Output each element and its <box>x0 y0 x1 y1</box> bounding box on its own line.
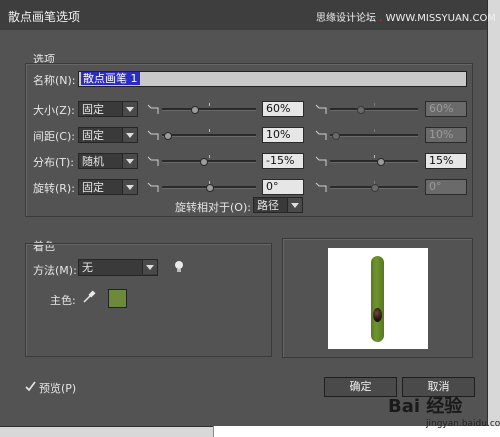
slider-track <box>330 134 418 137</box>
max-value-field[interactable]: 10% <box>425 127 467 143</box>
rotation-relative-select[interactable]: 路径 <box>253 197 303 213</box>
row-method-value: 固定 <box>82 181 104 194</box>
slider-track <box>162 160 256 163</box>
pen-pressure-icon <box>147 104 159 114</box>
baidu-watermark-brand: Bai 经验 <box>388 396 463 417</box>
chevron-down-icon <box>122 128 137 142</box>
tip-lightbulb-icon[interactable] <box>174 260 184 274</box>
site-watermark-url: WWW.MISSYUAN.COM <box>385 13 496 24</box>
pen-pressure-icon <box>315 104 327 114</box>
eyedropper-icon[interactable] <box>82 290 96 304</box>
min-value-slider[interactable] <box>162 103 256 115</box>
max-value-field[interactable]: 15% <box>425 153 467 169</box>
row-label: 间距(C): <box>33 130 75 143</box>
preview-checkbox[interactable] <box>25 381 36 392</box>
chevron-down-icon <box>122 102 137 116</box>
min-value-field[interactable]: 60% <box>262 101 304 117</box>
pen-pressure-icon <box>147 156 159 166</box>
baidu-watermark: Bai 经验 jingyan.baidu.com <box>388 392 500 437</box>
preview-label: 预览(P) <box>39 382 77 395</box>
row-method-select[interactable]: 固定 <box>78 179 138 195</box>
max-value-field[interactable]: 60% <box>425 101 467 117</box>
name-label: 名称(N): <box>33 74 76 87</box>
slider-thumb[interactable] <box>332 132 340 140</box>
row-label: 大小(Z): <box>33 104 75 117</box>
slider-center-tick <box>374 129 375 132</box>
slider-center-tick <box>209 155 210 158</box>
max-value-field[interactable]: 0° <box>425 179 467 195</box>
site-watermark-name: 思缘设计论坛 <box>316 13 376 24</box>
slider-thumb[interactable] <box>206 184 214 192</box>
slider-track <box>162 134 256 137</box>
slider-center-tick <box>374 155 375 158</box>
pen-pressure-icon <box>315 182 327 192</box>
slider-track <box>330 108 418 111</box>
min-value-slider[interactable] <box>162 181 256 193</box>
pen-pressure-icon <box>147 182 159 192</box>
slider-thumb[interactable] <box>191 106 199 114</box>
row-label: 分布(T): <box>33 156 75 169</box>
pen-pressure-icon <box>147 130 159 140</box>
row-method-select[interactable]: 固定 <box>78 101 138 117</box>
baidu-watermark-url: jingyan.baidu.com <box>426 419 500 429</box>
slider-thumb[interactable] <box>371 184 379 192</box>
method-label: 方法(M): <box>33 264 77 277</box>
site-watermark: 思缘设计论坛 . WWW.MISSYUAN.COM <box>316 13 496 24</box>
min-value-slider[interactable] <box>162 155 256 167</box>
row-method-value: 随机 <box>82 155 104 168</box>
colorize-method-value: 无 <box>82 261 93 274</box>
row-method-value: 固定 <box>82 129 104 142</box>
dialog-title: 散点画笔选项 <box>8 10 81 24</box>
max-value-slider[interactable] <box>330 129 418 141</box>
min-value-field[interactable]: -15% <box>262 153 304 169</box>
key-color-label: 主色: <box>50 294 76 307</box>
min-value-field[interactable]: 10% <box>262 127 304 143</box>
chevron-down-icon <box>122 180 137 194</box>
row-method-value: 固定 <box>82 103 104 116</box>
slider-track <box>162 108 256 111</box>
slider-thumb[interactable] <box>357 106 365 114</box>
max-value-slider[interactable] <box>330 155 418 167</box>
colorize-method-select[interactable]: 无 <box>78 259 158 276</box>
slider-center-tick <box>209 103 210 106</box>
ok-button[interactable]: 确定 <box>324 377 397 397</box>
min-value-slider[interactable] <box>162 129 256 141</box>
row-method-select[interactable]: 随机 <box>78 153 138 169</box>
slider-track <box>330 160 418 163</box>
name-input[interactable]: 散点画笔 1 <box>78 71 467 87</box>
min-value-field[interactable]: 0° <box>262 179 304 195</box>
name-input-value: 散点画笔 1 <box>81 72 140 85</box>
pen-pressure-icon <box>315 156 327 166</box>
max-value-slider[interactable] <box>330 103 418 115</box>
max-value-slider[interactable] <box>330 181 418 193</box>
slider-thumb[interactable] <box>200 158 208 166</box>
slider-thumb[interactable] <box>164 132 172 140</box>
pea-pod-artwork <box>371 256 384 342</box>
rotation-relative-value: 路径 <box>257 199 279 212</box>
rotation-relative-label: 旋转相对于(O): <box>175 201 251 214</box>
dialog-titlebar[interactable]: 散点画笔选项 思缘设计论坛 . WWW.MISSYUAN.COM <box>0 0 496 30</box>
chevron-down-icon <box>287 198 302 212</box>
pen-pressure-icon <box>315 130 327 140</box>
slider-center-tick <box>209 129 210 132</box>
row-label: 旋转(R): <box>33 182 75 195</box>
chevron-down-icon <box>142 260 157 274</box>
slider-thumb[interactable] <box>377 158 385 166</box>
scatter-brush-options-dialog: 散点画笔选项 思缘设计论坛 . WWW.MISSYUAN.COM 选项 名称(N… <box>0 0 496 427</box>
seed-artwork <box>373 308 382 322</box>
slider-center-tick <box>374 103 375 106</box>
key-color-swatch[interactable] <box>108 289 127 308</box>
chevron-down-icon <box>122 154 137 168</box>
row-method-select[interactable]: 固定 <box>78 127 138 143</box>
